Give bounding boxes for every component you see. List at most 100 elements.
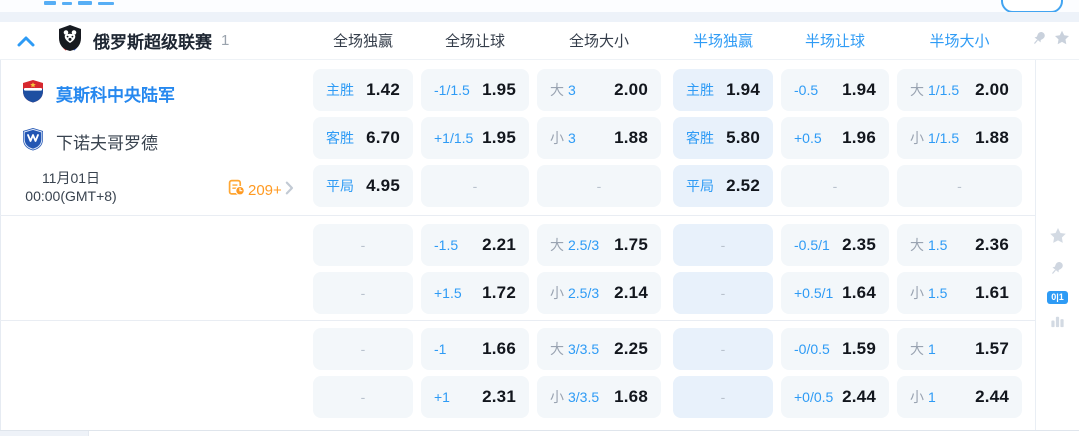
selection-label: 小1	[910, 387, 936, 407]
odds-value: 1.88	[975, 128, 1009, 147]
dash-placeholder: -	[957, 178, 962, 194]
col-header-fulltime-overunder: 全场大小	[568, 33, 629, 50]
odds-cell-hcp[interactable]: +1/1.5 1.95	[421, 117, 529, 159]
odds-cell-hcp[interactable]: +1.5 1.72	[421, 272, 529, 314]
dash-placeholder: -	[720, 389, 726, 405]
odds-cell-ou[interactable]: 大 1/1.5 2.00	[897, 69, 1022, 111]
bar-chart-icon[interactable]	[1049, 313, 1066, 335]
odds-value: 1.96	[842, 128, 876, 147]
collapse-chevron-up-icon[interactable]	[17, 34, 37, 48]
over-under-char: 小	[550, 389, 564, 405]
odds-cell-empty: -	[421, 165, 529, 207]
dash-placeholder: -	[360, 341, 366, 357]
dash-placeholder: -	[596, 178, 602, 194]
odds-cell-win[interactable]: 客胜 6.70	[313, 117, 413, 159]
odds-cell-hcp[interactable]: -0.5 1.94	[781, 69, 889, 111]
odds-cell-ou[interactable]: 小 1/1.5 1.88	[897, 117, 1022, 159]
kickoff-time: 11月01日 00:00(GMT+8)	[13, 169, 129, 205]
selection-label: 小 3/3.5	[550, 387, 599, 407]
league-logo-bear-icon	[57, 24, 83, 57]
selection-label: -1	[434, 341, 447, 357]
odds-cell-ou[interactable]: 大 3/3.5 2.25	[537, 328, 661, 370]
odds-cell-win[interactable]: 主胜 1.94	[673, 69, 773, 111]
pin-icon[interactable]	[1049, 260, 1066, 282]
odds-cell-win[interactable]: 平局 2.52	[673, 165, 773, 207]
clipped-pill-button[interactable]	[1001, 0, 1063, 12]
odds-cell-ou[interactable]: 小 2.5/3 2.14	[537, 272, 661, 314]
tab-glyph-fragment	[44, 1, 56, 5]
over-under-char: 大	[550, 237, 564, 253]
odds-value: 1.72	[482, 283, 516, 302]
selection-label: +1	[434, 389, 450, 405]
star-icon[interactable]	[1048, 226, 1068, 251]
odds-value: 1.59	[842, 339, 876, 358]
over-under-char: 大	[550, 82, 564, 98]
kickoff-clock: 00:00(GMT+8)	[25, 188, 117, 204]
odds-cell-empty: -	[313, 328, 413, 370]
odds-cell-hcp[interactable]: +0/0.5 2.44	[781, 376, 889, 418]
selection-label: 大 1/1.5	[910, 80, 959, 100]
selection-label: -1.5	[434, 237, 459, 253]
row-label-spacer	[0, 376, 313, 418]
odds-value: 6.70	[366, 128, 400, 147]
odds-cell-hcp[interactable]: +0.5/1 1.64	[781, 272, 889, 314]
odds-cell-hcp[interactable]: -0.5/1 2.35	[781, 224, 889, 266]
clipped-top-bar	[0, 0, 1079, 12]
league-name: 俄罗斯超级联赛	[93, 33, 212, 52]
odds-cell-ou[interactable]: 小 3/3.5 1.68	[537, 376, 661, 418]
more-markets-link[interactable]: 209+	[228, 179, 294, 201]
odds-cell-hcp[interactable]: -1/1.5 1.95	[421, 69, 529, 111]
dash-placeholder: -	[720, 285, 726, 301]
odds-row: - -1 1.66 大 3/3.5 2.25 - -0/0.5 1.59 大 1 1.57	[0, 328, 1079, 370]
line-value: 1	[928, 341, 936, 357]
odds-cell-ou[interactable]: 小 1.5 1.61	[897, 272, 1022, 314]
odds-cell-ou[interactable]: 小 1 2.44	[897, 376, 1022, 418]
odds-cell-ou[interactable]: 大 2.5/3 1.75	[537, 224, 661, 266]
row-label-spacer	[0, 272, 313, 314]
more-markets-count: 209+	[248, 181, 282, 199]
odds-cell-hcp[interactable]: -0/0.5 1.59	[781, 328, 889, 370]
odds-cell-empty: -	[313, 272, 413, 314]
over-under-char: 小	[550, 130, 564, 146]
odds-format-badge[interactable]: 0|1	[1047, 291, 1068, 304]
line-value: 1.5	[928, 285, 948, 301]
odds-row: - -1.5 2.21 大 2.5/3 1.75- -0.5/1 2.35 大 1.5 2.36	[0, 224, 1079, 266]
odds-value: 1.88	[614, 128, 648, 147]
odds-value: 1.68	[614, 387, 648, 406]
odds-cell-ou[interactable]: 大 1 1.57	[897, 328, 1022, 370]
odds-board: 俄罗斯超级联赛 1 全场独赢 全场让球 全场大小 半场独赢 半场让球 半场大小	[0, 0, 1079, 436]
odds-cell-hcp[interactable]: -1 1.66	[421, 328, 529, 370]
line-value: 3	[568, 82, 576, 98]
odds-cell-win[interactable]: 平局 4.95	[313, 165, 413, 207]
tab-glyph-fragment	[98, 2, 114, 5]
odds-cell-hcp[interactable]: +1 2.31	[421, 376, 529, 418]
odds-value: 1.57	[975, 339, 1009, 358]
line-value: 3/3.5	[568, 341, 600, 357]
alt-lines-section-1: - -1.5 2.21 大 2.5/3 1.75- -0.5/1 2.35 大 1.5 2.36- +…	[0, 224, 1079, 314]
pin-icon[interactable]	[1031, 30, 1048, 52]
odds-cell-ou[interactable]: 大 3 2.00	[537, 69, 661, 111]
dash-placeholder: -	[720, 341, 726, 357]
line-value: 2.5/3	[568, 285, 600, 301]
odds-cell-win[interactable]: 客胜 5.80	[673, 117, 773, 159]
odds-cell-ou[interactable]: 小 3 1.88	[537, 117, 661, 159]
over-under-char: 大	[550, 341, 564, 357]
star-icon[interactable]	[1053, 29, 1071, 52]
selection-label: 小 1.5	[910, 283, 947, 303]
away-team-row[interactable]: 下诺夫哥罗德	[1, 117, 313, 165]
clipped-tab-text	[44, 1, 114, 5]
odds-value: 1.42	[366, 80, 400, 99]
selection-label: -0.5	[794, 82, 819, 98]
selection-label: +0.5	[794, 130, 822, 146]
line-value: 1	[928, 389, 936, 405]
odds-value: 1.95	[482, 80, 516, 99]
selection-label: -1/1.5	[434, 82, 470, 98]
odds-cell-ou[interactable]: 大 1.5 2.36	[897, 224, 1022, 266]
odds-cell-hcp[interactable]: -1.5 2.21	[421, 224, 529, 266]
odds-value: 2.21	[482, 235, 516, 254]
odds-cell-win[interactable]: 主胜 1.42	[313, 69, 413, 111]
odds-cell-hcp[interactable]: +0.5 1.96	[781, 117, 889, 159]
home-team-row[interactable]: 莫斯科中央陆军	[1, 69, 313, 117]
odds-value: 2.44	[842, 387, 876, 406]
line-value: 1.5	[928, 237, 948, 253]
